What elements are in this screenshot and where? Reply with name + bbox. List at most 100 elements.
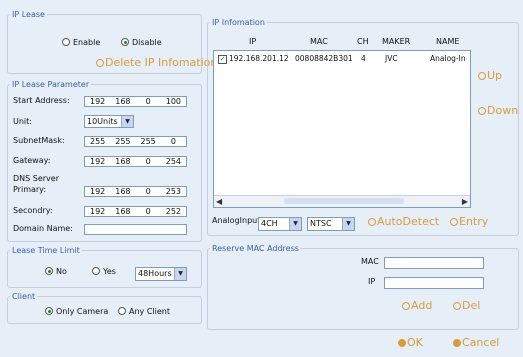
gateway-label: Gateway: (13, 156, 51, 165)
only-camera-label: Only Camera (56, 307, 109, 316)
autodetect-circle-icon (368, 218, 376, 226)
horizontal-scrollbar[interactable]: ◀ ▶ (214, 195, 470, 207)
gateway-octet: 168 (115, 157, 131, 166)
chevron-down-icon: ▼ (342, 218, 354, 230)
row-name: Analog-In (430, 54, 466, 63)
client-legend: Client (12, 292, 36, 301)
primary-dns-field[interactable]: 192 168 0 253 (84, 186, 187, 197)
table-row[interactable]: ✓ 192.168.201.12 00808842B301 4 JVC Anal… (217, 54, 469, 64)
enable-radio-label: Enable (73, 38, 101, 47)
gateway-octet: 0 (145, 157, 151, 166)
add-circle-icon (402, 302, 410, 310)
lease-time-no-circle (45, 267, 53, 275)
secondary-dns-field[interactable]: 192 168 0 252 (84, 206, 187, 217)
ok-label: OK (407, 336, 423, 349)
up-button[interactable]: Up (478, 69, 502, 82)
row-checkbox[interactable]: ✓ (218, 55, 227, 64)
secondary-dns-octet: 168 (115, 207, 131, 216)
secondary-dns-octet: 252 (165, 207, 182, 216)
chevron-down-icon: ▼ (289, 218, 301, 230)
entry-circle-icon (450, 218, 458, 226)
start-address-octet: 192 (89, 97, 106, 106)
column-header-ip[interactable]: IP (249, 37, 256, 46)
subnet-mask-octet: 255 (115, 137, 131, 146)
add-label: Add (411, 299, 433, 312)
enable-radio[interactable]: Enable (62, 38, 100, 47)
column-header-mac[interactable]: MAC (310, 37, 328, 46)
subnet-mask-field[interactable]: 255 255 255 0 (84, 136, 187, 147)
ok-button[interactable]: OK (398, 336, 423, 349)
primary-dns-octet: 0 (145, 187, 151, 196)
unit-select-value: 10Units (87, 117, 118, 126)
start-address-octet: 100 (165, 97, 182, 106)
secondary-dns-octet: 192 (89, 207, 106, 216)
chevron-down-icon: ▼ (174, 268, 186, 280)
cancel-button[interactable]: Cancel (453, 336, 499, 349)
start-address-field[interactable]: 192 168 0 100 (84, 96, 187, 107)
lease-hours-select[interactable]: 48Hours ▼ (135, 267, 187, 281)
row-maker: JVC (385, 54, 398, 63)
column-header-ch[interactable]: CH (357, 37, 369, 46)
only-camera-radio[interactable]: Only Camera (45, 307, 108, 316)
del-button[interactable]: Del (453, 299, 480, 312)
analog-input-select[interactable]: 4CH ▼ (258, 217, 302, 231)
row-ip: 192.168.201.12 (229, 54, 289, 63)
any-client-label: Any Client (129, 307, 170, 316)
only-camera-circle (45, 307, 53, 315)
down-button[interactable]: Down (478, 104, 518, 117)
ok-circle-icon (398, 339, 406, 347)
scroll-left-icon[interactable]: ◀ (216, 197, 222, 206)
up-circle-icon (478, 72, 486, 80)
disable-radio[interactable]: Disable (121, 38, 162, 47)
delete-ip-info-label: Delete IP Infomation (105, 56, 218, 69)
unit-select[interactable]: 10Units ▼ (84, 115, 134, 128)
enable-radio-circle (62, 38, 70, 46)
domain-name-label: Domain Name: (13, 224, 73, 233)
scroll-thumb[interactable] (284, 198, 404, 204)
reserve-ip-label: IP (368, 277, 376, 286)
del-circle-icon (453, 302, 461, 310)
ip-information-list[interactable]: ✓ 192.168.201.12 00808842B301 4 JVC Anal… (213, 50, 471, 208)
ip-information-table-headers: IP MAC CH MAKER NAME (213, 37, 471, 48)
autodetect-button[interactable]: AutoDetect (368, 215, 439, 228)
ip-information-legend: IP Infomation (212, 18, 265, 27)
delete-ip-info-button[interactable]: Delete IP Infomation (96, 56, 217, 69)
lease-time-yes-radio[interactable]: Yes (92, 267, 116, 276)
primary-dns-octet: 168 (115, 187, 131, 196)
subnet-mask-octet: 255 (89, 137, 106, 146)
ip-lease-legend: IP Lease (12, 10, 45, 19)
primary-dns-octet: 192 (89, 187, 106, 196)
gateway-field[interactable]: 192 168 0 254 (84, 156, 187, 167)
any-client-circle (118, 307, 126, 315)
primary-dns-label: Primary: (13, 185, 47, 194)
up-label: Up (487, 69, 503, 82)
gateway-octet: 254 (165, 157, 182, 166)
any-client-radio[interactable]: Any Client (118, 307, 170, 316)
subnet-mask-octet: 0 (170, 137, 176, 146)
add-button[interactable]: Add (402, 299, 432, 312)
delete-circle-icon (96, 59, 104, 67)
row-mac: 00808842B301 (295, 54, 353, 63)
entry-label: Entry (459, 215, 489, 228)
disable-radio-circle (121, 38, 129, 46)
secondary-dns-octet: 0 (145, 207, 151, 216)
gateway-octet: 192 (89, 157, 106, 166)
video-format-select[interactable]: NTSC ▼ (307, 217, 355, 231)
domain-name-input[interactable] (84, 224, 187, 235)
del-label: Del (462, 299, 481, 312)
start-address-label: Start Address: (13, 96, 70, 105)
down-circle-icon (478, 107, 486, 115)
entry-button[interactable]: Entry (450, 215, 488, 228)
down-label: Down (487, 104, 519, 117)
disable-radio-label: Disable (132, 38, 162, 47)
lease-time-no-radio[interactable]: No (45, 267, 67, 276)
reserve-ip-input[interactable] (384, 277, 484, 289)
analog-input-label: AnalogInput: (212, 216, 264, 225)
reserve-mac-legend: Reserve MAC Address (212, 244, 299, 253)
analog-input-value: 4CH (261, 219, 278, 228)
column-header-maker[interactable]: MAKER (382, 37, 410, 46)
reserve-mac-input[interactable] (384, 257, 484, 269)
column-header-name[interactable]: NAME (436, 37, 459, 46)
scroll-right-icon[interactable]: ▶ (462, 197, 468, 206)
chevron-down-icon: ▼ (121, 116, 133, 127)
